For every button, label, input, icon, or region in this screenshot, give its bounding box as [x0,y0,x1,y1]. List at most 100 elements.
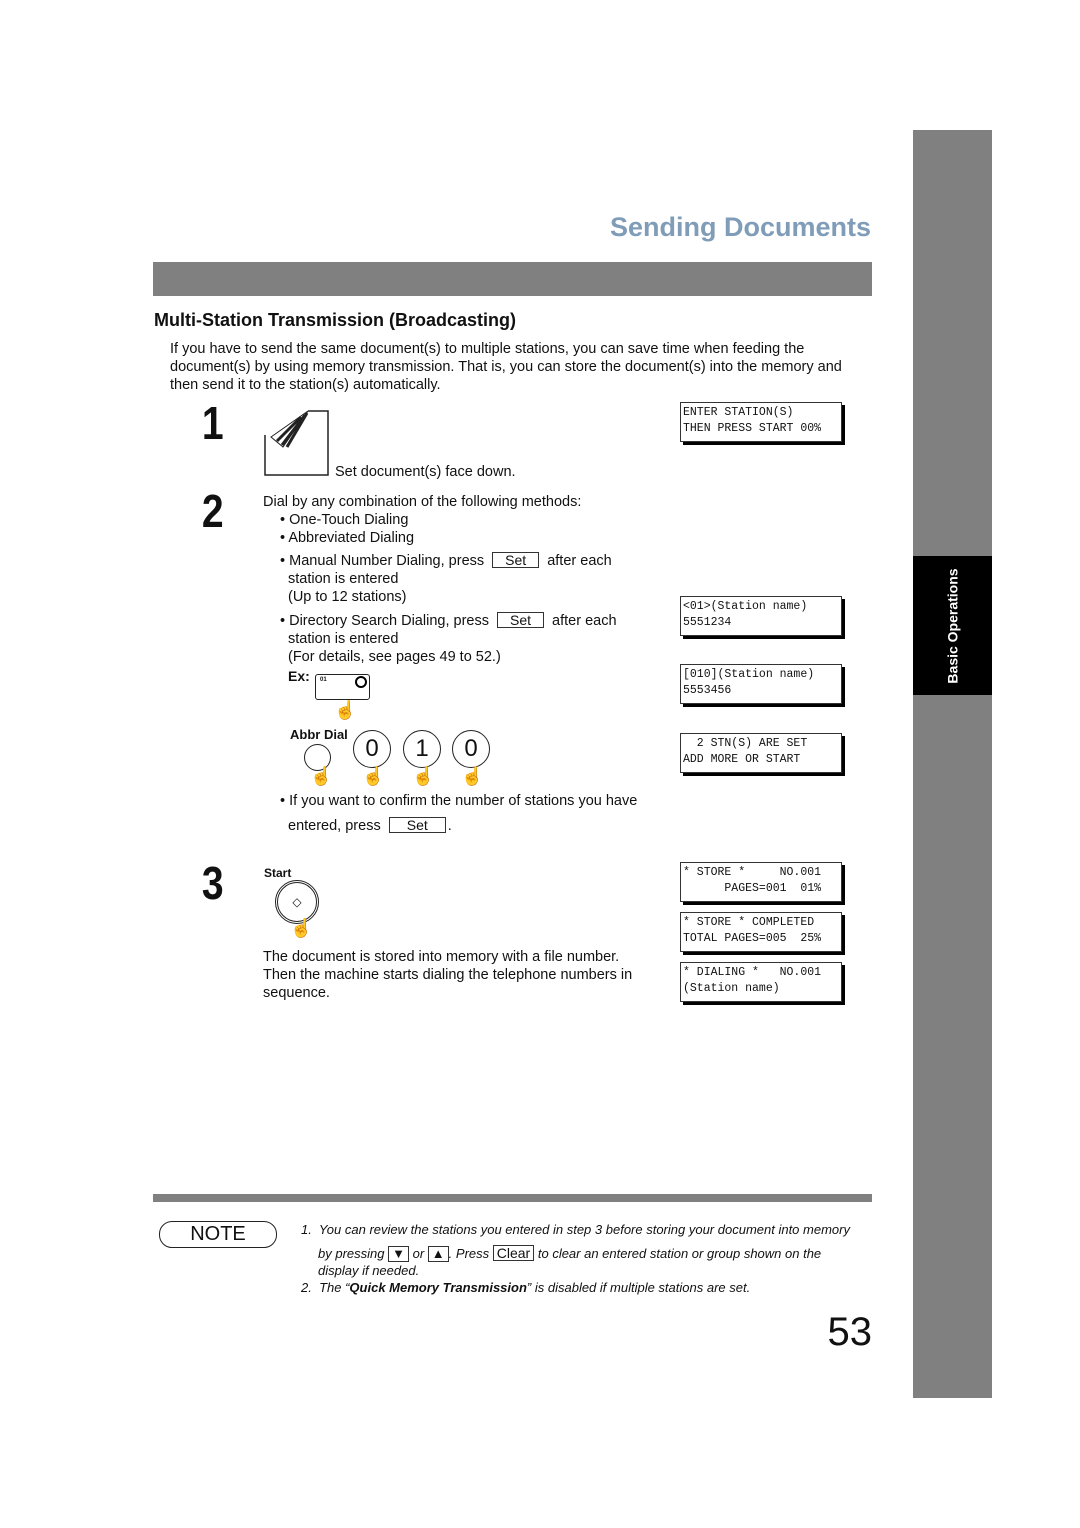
one-touch-number: 01 [320,677,327,683]
bullet-item: • Abbreviated Dialing [280,530,415,546]
lcd-line: 5553456 [683,684,732,697]
bullet-text: Abbreviated Dialing [288,530,415,546]
confirm-line2: entered, press Set. [288,817,452,835]
step-number: 3 [201,857,224,909]
finger-icon: ☝ [310,766,333,786]
up-arrow-key[interactable]: ▲ [427,1246,449,1262]
set-key[interactable]: Set [492,552,540,568]
lcd-line: TOTAL PAGES=005 25% [683,932,822,945]
one-touch-key[interactable]: 01 [315,674,370,700]
digit-key[interactable]: 0 [452,730,490,768]
directory-after: after each [552,613,617,629]
directory-line2: station is entered [288,631,399,647]
start-label: Start [264,866,292,880]
lcd-line: ENTER STATION(S) [683,406,794,419]
start-icon: ◇ [292,895,302,909]
lcd-display: [010](Station name) 5553456 [680,664,842,704]
digit-key[interactable]: 0 [353,730,391,768]
step1-text: Set document(s) face down. [335,464,516,480]
finger-icon: ☝ [334,700,357,720]
directory-line3: (For details, see pages 49 to 52.) [288,649,501,665]
note-num: 2. [301,1280,312,1295]
confirm-text2: entered, press [288,818,381,834]
lcd-display: * STORE * NO.001 PAGES=001 01% [680,862,842,902]
note-text: The “ [319,1280,350,1295]
note-item-1: 1. You can review the stations you enter… [301,1222,850,1237]
sidebar-strip [913,130,992,1398]
page-number: 53 [827,1310,873,1354]
manual-line3: (Up to 12 stations) [288,589,407,605]
digit-key[interactable]: 1 [403,730,441,768]
note-text: . Press [448,1246,490,1261]
lcd-display: 2 STN(S) ARE SET ADD MORE OR START [680,733,842,773]
lcd-line: * STORE * NO.001 [683,866,822,879]
confirm-line1: • If you want to confirm the number of s… [280,793,638,809]
note-text: ” is disabled if multiple stations are s… [526,1280,751,1295]
note-item-2: 2. The “Quick Memory Transmission” is di… [301,1280,750,1295]
directory-text: Directory Search Dialing, press [289,613,489,629]
step2-intro: Dial by any combination of the following… [263,494,582,510]
document-icon [264,410,329,476]
lcd-line: [010](Station name) [683,668,815,681]
step3-text: The document is stored into memory with … [263,948,632,1002]
manual-dialing: • Manual Number Dialing, press Set after… [280,552,612,605]
lcd-line: ADD MORE OR START [683,753,801,766]
example-label: Ex: [288,668,310,684]
manual-text: Manual Number Dialing, press [289,553,485,569]
header-bar [153,262,872,296]
bullet-text: One-Touch Dialing [289,512,409,528]
lcd-line: 5551234 [683,616,732,629]
lcd-line: THEN PRESS START 00% [683,422,822,435]
lcd-display: * DIALING * NO.001 (Station name) [680,962,842,1002]
step3-line: Then the machine starts dialing the tele… [263,967,633,983]
manual-line2: station is entered [288,571,399,587]
manual-after: after each [547,553,612,569]
intro-text: If you have to send the same document(s)… [170,340,842,394]
note-text: or [412,1246,425,1261]
note-num: 1. [301,1222,312,1237]
note-text: You can review the stations you entered … [318,1222,850,1237]
lcd-display: ENTER STATION(S) THEN PRESS START 00% [680,402,842,442]
step3-line: sequence. [263,985,330,1001]
note-label: NOTE [159,1221,277,1248]
note-text: by pressing [318,1246,385,1261]
note-item-1-end: display if needed. [318,1263,420,1278]
note-text: to clear an entered station or group sho… [537,1246,822,1261]
lcd-line: PAGES=001 01% [683,882,822,895]
directory-dialing: • Directory Search Dialing, press Set af… [280,612,617,665]
lcd-display: * STORE * COMPLETED TOTAL PAGES=005 25% [680,912,842,952]
sidebar-section-label: Basic Operations [913,556,992,695]
lcd-line: (Station name) [683,982,780,995]
manual-page: Basic Operations Sending Documents Multi… [0,0,1080,1528]
intro-line: then send it to the station(s) automatic… [170,377,441,393]
note-item-1-cont: by pressing ▼ or ▲. Press Clear to clear… [318,1245,821,1262]
note-bold-text: Quick Memory Transmission [349,1280,527,1295]
finger-icon: ☝ [362,766,385,786]
lcd-line: 2 STN(S) ARE SET [683,737,808,750]
finger-icon: ☝ [461,766,484,786]
section-heading: Multi-Station Transmission (Broadcasting… [154,310,517,330]
set-key[interactable]: Set [497,612,545,628]
bullet-item: • One-Touch Dialing [280,512,409,528]
set-key[interactable]: Set [388,817,446,833]
step-number: 1 [201,397,224,449]
sidebar-label-text: Basic Operations [944,567,961,684]
abbr-dial-label: Abbr Dial [290,727,348,742]
page-title: Sending Documents [609,212,871,242]
bullet-list: • One-Touch Dialing • Abbreviated Dialin… [280,511,414,547]
intro-line: If you have to send the same document(s)… [170,341,805,357]
lcd-line: * DIALING * NO.001 [683,966,822,979]
down-arrow-key[interactable]: ▼ [388,1246,409,1262]
lcd-display: <01>(Station name) 5551234 [680,596,842,636]
confirm-text: If you want to confirm the number of sta… [289,793,638,809]
clear-key[interactable]: Clear [492,1245,535,1261]
indicator-icon [355,676,367,688]
confirm-end: . [447,818,452,834]
lcd-line: * STORE * COMPLETED [683,916,815,929]
finger-icon: ☝ [412,766,435,786]
finger-icon: ☝ [290,918,313,938]
intro-line: document(s) by using memory transmission… [170,359,842,375]
note-divider [153,1194,872,1202]
lcd-line: <01>(Station name) [683,600,808,613]
step-number: 2 [201,485,224,537]
